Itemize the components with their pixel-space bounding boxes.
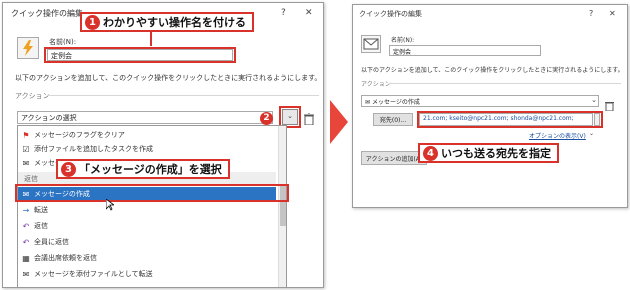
help-button[interactable]: ?: [281, 8, 286, 18]
help-button[interactable]: ?: [589, 9, 593, 19]
quick-step-icon[interactable]: [17, 37, 39, 59]
list-item[interactable]: ☑ 添付ファイルを追加したタスクを作成: [18, 142, 276, 156]
reply-all-icon: ↶: [22, 237, 30, 247]
list-item-label: 転送: [34, 206, 48, 214]
callout-recipient-step: 4 いつも送る宛先を指定: [418, 143, 559, 163]
step-number: 2: [260, 111, 273, 125]
step-number: 4: [423, 145, 438, 161]
meeting-icon: ▦: [22, 253, 30, 263]
callout-text: わかりやすい操作名を付ける: [103, 16, 246, 29]
name-label: 名前(N):: [391, 37, 415, 44]
list-item-label: メッセージのフラグをクリア: [34, 131, 125, 139]
action-dropdown-list: ⚑ メッセージのフラグをクリア ☑ 添付ファイルを追加したタスクを作成 ✉ メッ…: [17, 125, 287, 287]
list-item-label: メッセージを添付ファイルとして転送: [34, 270, 153, 278]
delete-icon[interactable]: [605, 96, 614, 112]
envelope-icon: ✉: [365, 99, 372, 106]
callout-connector: [150, 32, 152, 46]
divider: [47, 95, 319, 96]
message-icon: ✉: [22, 158, 30, 168]
forward-icon: →: [22, 205, 30, 215]
scrollbar[interactable]: [278, 126, 286, 287]
list-item[interactable]: ✉ メッセージを添付ファイルとして転送: [18, 267, 276, 281]
list-item[interactable]: → 転送: [18, 203, 276, 217]
dialog-title: クイック操作の編集: [11, 9, 83, 18]
description-text: 以下のアクションを追加して、このクイック操作をクリックしたときに実行されるように…: [361, 67, 624, 74]
options-link[interactable]: オプションの表示(V): [529, 131, 586, 140]
reply-icon: ↶: [22, 221, 30, 231]
left-dialog: クイック操作の編集 ? ✕ 名前(N): 定例会 以下のアクションを追加して、こ…: [2, 2, 324, 288]
quick-step-icon[interactable]: [361, 35, 381, 53]
list-item-label: 添付ファイルを追加したタスクを作成: [34, 145, 153, 153]
action-select-value: メッセージの作成: [371, 99, 420, 106]
name-label: 名前(N):: [49, 38, 77, 46]
action-select[interactable]: ✉ メッセージの作成: [361, 95, 599, 107]
callout-text: いつも送る宛先を指定: [441, 147, 551, 160]
list-item-label: 返信: [34, 222, 48, 230]
list-item[interactable]: ▦ 会議出席依頼を返信: [18, 251, 276, 265]
actions-label: アクション: [361, 81, 391, 88]
step-number: 3: [61, 161, 76, 177]
list-item[interactable]: ↶ 全員に返信: [18, 235, 276, 249]
arrow-right-icon: [330, 100, 348, 144]
actions-label: アクション: [15, 92, 50, 100]
callout-select-step: 3 「メッセージの作成」を選択: [56, 159, 230, 179]
dialog-title: クイック操作の編集: [359, 10, 422, 18]
attach-forward-icon: ✉: [22, 269, 30, 279]
selected-item-highlight: [15, 184, 289, 202]
close-button[interactable]: ✕: [609, 9, 616, 19]
delete-icon[interactable]: [304, 110, 314, 126]
group-label: 返信: [24, 175, 38, 183]
to-field-highlight: [417, 111, 603, 128]
name-field-highlight: [44, 47, 236, 63]
lightning-icon: [23, 40, 33, 56]
callout-dropdown-step: 2: [260, 105, 276, 125]
options-chevron-icon: ⌄: [589, 130, 595, 137]
name-field[interactable]: 定例会: [389, 45, 541, 56]
action-select[interactable]: アクションの選択: [17, 111, 273, 124]
callout-name-step: 1 わかりやすい操作名を付ける: [80, 12, 254, 32]
list-item[interactable]: ⚑ メッセージのフラグをクリア: [18, 128, 276, 142]
task-icon: ☑: [22, 144, 30, 154]
close-button[interactable]: ✕: [305, 8, 313, 18]
callout-text: 「メッセージの作成」を選択: [79, 163, 222, 176]
chevron-down-icon[interactable]: ⌄: [589, 96, 599, 104]
step-number: 1: [85, 14, 100, 30]
envelope-icon: [363, 38, 379, 50]
description-text: 以下のアクションを追加して、このクイック操作をクリックしたときに実行されるように…: [15, 74, 322, 82]
mouse-cursor-icon: [106, 199, 114, 211]
flag-icon: ⚑: [22, 130, 30, 140]
list-item[interactable]: ↶ 返信: [18, 219, 276, 233]
list-item-label: 会議出席依頼を返信: [34, 254, 97, 262]
list-item-label: 全員に返信: [34, 238, 69, 246]
divider: [389, 83, 621, 84]
right-dialog: クイック操作の編集 ? ✕ 名前(N): 定例会 以下のアクションを追加して、こ…: [352, 4, 628, 208]
to-button[interactable]: 宛先(0)...: [373, 113, 413, 126]
